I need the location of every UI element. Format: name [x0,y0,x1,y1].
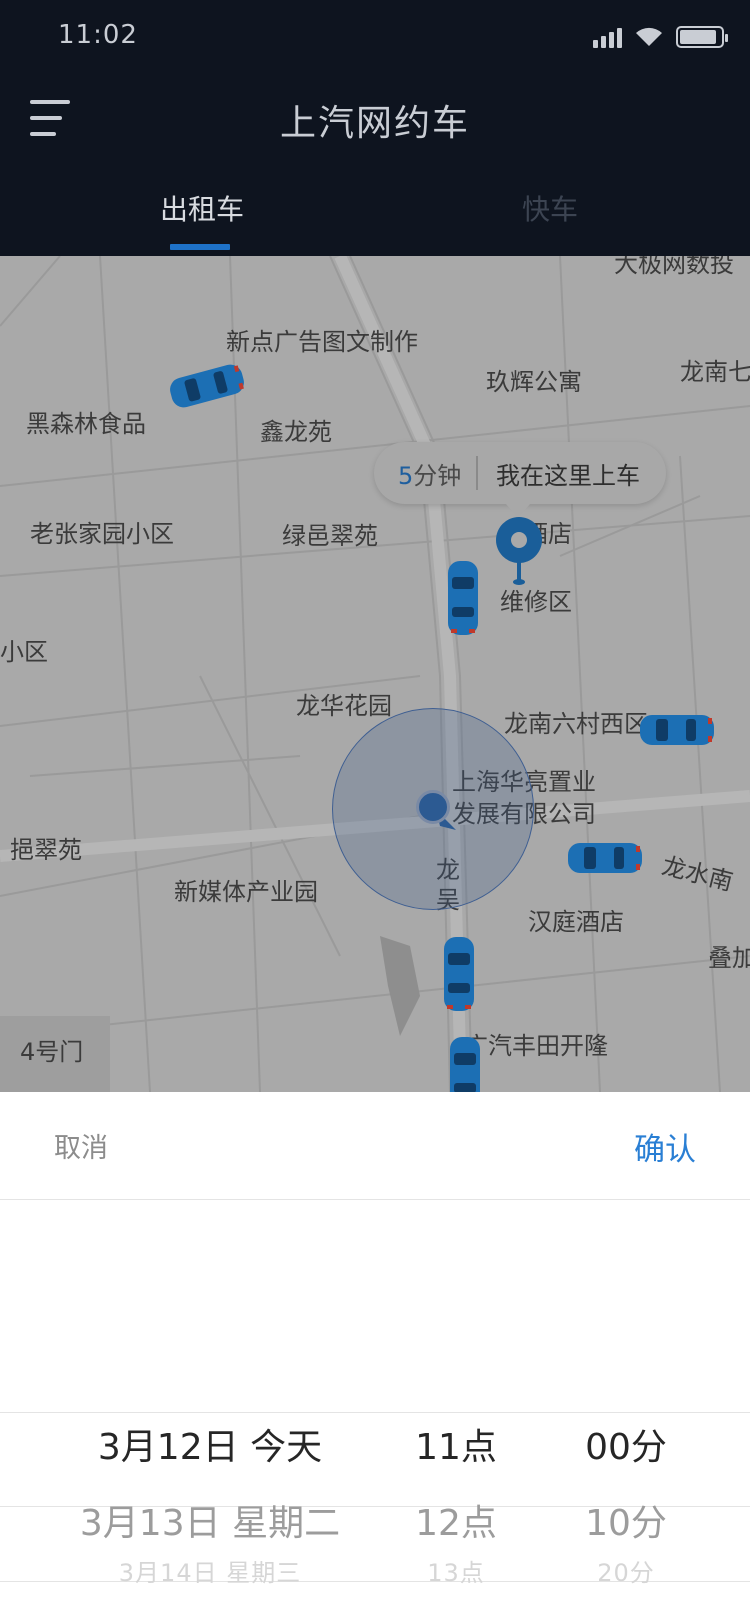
minute-option[interactable]: 10分 [546,1494,706,1546]
date-option[interactable]: 3月13日 星期二 [60,1494,360,1546]
tab-taxi[interactable]: 出租车 [160,188,244,228]
callout-divider [476,456,478,490]
hour-option[interactable]: 13点 [376,1553,536,1588]
eta-number: 5 [398,462,414,490]
pickup-callout[interactable]: 5分钟 我在这里上车 [374,442,666,518]
car-icon [566,840,644,876]
time-picker-sheet: 取消 确认 3月12日 今天 11点 00分 3月13日 星期二 12点 10分… [0,1092,750,1624]
wifi-icon [636,27,662,46]
map-label: 龙南七 [680,358,750,386]
pickup-pin-icon[interactable] [494,516,544,586]
map-label: 汉庭酒店 [528,908,624,936]
map-label: 大极网数投 [614,256,734,278]
hour-option[interactable]: 11点 [376,1418,536,1470]
app-header: 11:02 上汽网约车 出租车 快车 [0,0,750,256]
tab-express[interactable]: 快车 [522,188,578,228]
car-icon [638,712,716,748]
date-option[interactable]: 3月12日 今天 [60,1418,360,1470]
map-label: 新媒体产业园 [174,878,318,906]
date-option[interactable]: 3月14日 星期三 [60,1553,360,1588]
signal-icon [593,26,622,48]
map-label: 小区 [0,638,48,666]
car-icon [447,1035,483,1092]
status-time: 11:02 [58,20,138,50]
navigation-bar: 上汽网约车 [0,80,750,160]
selection-line-top [0,1412,750,1413]
pickup-here-label: 我在这里上车 [496,462,640,490]
page-title: 上汽网约车 [279,103,470,144]
confirm-button[interactable]: 确认 [634,1124,696,1169]
map-view[interactable]: 大极网数投 新点广告图文制作 玖辉公寓 龙南七 黑森林食品 鑫龙苑 老张家园小区… [0,256,750,1092]
hour-option[interactable]: 12点 [376,1494,536,1546]
map-label: 龙华花园 [296,692,392,720]
map-label: 4号门 [20,1038,84,1066]
map-label: 老张家园小区 [30,520,174,548]
map-label: 玖辉公寓 [486,368,582,396]
eta-unit: 分钟 [413,462,462,490]
current-location-dot [416,790,450,824]
minute-option[interactable]: 00分 [546,1418,706,1470]
map-label: 挹翠苑 [10,836,82,864]
car-icon [441,935,477,1013]
map-label: 鑫龙苑 [260,418,332,446]
battery-icon [676,26,728,48]
map-label: 维修区 [500,588,572,616]
status-bar: 11:02 [0,0,750,80]
minute-option[interactable]: 20分 [546,1553,706,1588]
service-tabs: 出租车 快车 [0,170,750,256]
map-label: 龙南六村西区 [504,710,648,738]
status-icons [593,26,728,48]
cancel-button[interactable]: 取消 [54,1126,108,1165]
map-label: 黑森林食品 [26,410,146,438]
map-label: 广汽丰田开隆 [464,1032,608,1060]
date-time-wheel[interactable]: 3月12日 今天 11点 00分 3月13日 星期二 12点 10分 3月14日… [0,1200,750,1624]
picker-toolbar: 取消 确认 [0,1092,750,1200]
car-icon [445,559,481,637]
map-roads [0,256,750,1092]
map-label: 绿邑翠苑 [282,522,378,550]
battery-level [680,30,716,44]
map-label: 新点广告图文制作 [226,328,418,356]
eta-label: 5分钟 [398,456,461,491]
active-tab-indicator [170,244,230,250]
map-label: 叠加 [708,944,750,972]
